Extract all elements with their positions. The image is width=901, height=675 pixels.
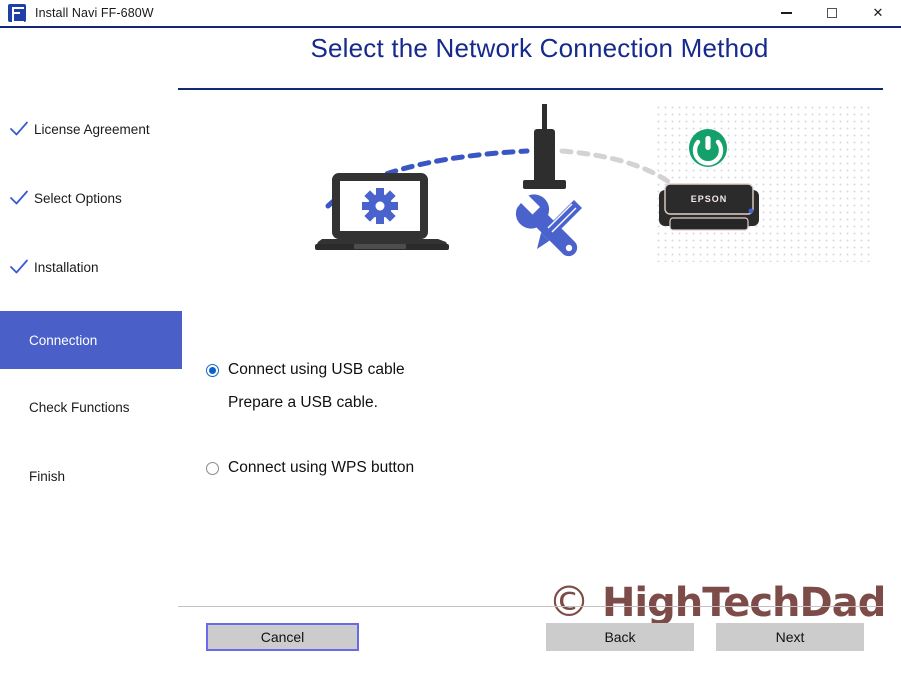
- check-icon: [10, 190, 28, 205]
- close-button[interactable]: ✕: [855, 0, 901, 26]
- sidebar-item-select-options[interactable]: Select Options: [0, 169, 182, 227]
- window-title: Install Navi FF-680W: [35, 6, 154, 20]
- copyright-icon: ©: [548, 577, 590, 626]
- footer-divider: [178, 606, 883, 607]
- check-icon: [10, 121, 28, 136]
- sidebar-item-license-agreement[interactable]: License Agreement: [0, 100, 182, 158]
- sidebar-item-label: License Agreement: [34, 121, 150, 137]
- radio-wps-button[interactable]: [206, 462, 219, 475]
- option-wps-button[interactable]: Connect using WPS button: [206, 458, 706, 478]
- sidebar-item-finish[interactable]: Finish: [0, 447, 182, 505]
- connection-illustration: EPSON: [182, 96, 901, 286]
- install-navi-window: Install Navi FF-680W ✕ Select the Networ…: [0, 0, 901, 675]
- title-bar: Install Navi FF-680W ✕: [0, 0, 901, 28]
- watermark-text: HighTechDad: [601, 580, 886, 626]
- sidebar-item-check-functions[interactable]: Check Functions: [0, 378, 182, 436]
- sidebar-item-installation[interactable]: Installation: [0, 238, 182, 296]
- option-label: Connect using WPS button: [228, 459, 415, 476]
- sidebar-item-label: Installation: [34, 259, 99, 275]
- sidebar-item-connection[interactable]: Connection: [0, 311, 182, 369]
- illustration-graphics: EPSON: [315, 104, 759, 257]
- wireless-router-icon: [523, 104, 566, 189]
- step-sidebar: License Agreement Select Options Install…: [0, 100, 182, 520]
- wrench-screwdriver-icon: [515, 194, 582, 257]
- printer-brand-label: EPSON: [691, 194, 728, 204]
- maximize-button[interactable]: [809, 0, 855, 26]
- laptop-with-gear-icon: [315, 173, 449, 250]
- sidebar-item-label: Select Options: [34, 190, 122, 206]
- connection-path-gray: [559, 148, 685, 196]
- sidebar-item-label: Finish: [29, 468, 66, 484]
- option-spacer: [206, 412, 706, 458]
- minimize-button[interactable]: [763, 0, 809, 26]
- sidebar-item-label: Check Functions: [29, 399, 130, 415]
- option-usb-cable-hint: Prepare a USB cable.: [228, 394, 378, 411]
- power-button-icon: [689, 129, 727, 167]
- radio-usb-cable[interactable]: [206, 364, 219, 377]
- cancel-button[interactable]: Cancel: [206, 623, 359, 651]
- gear-icon: [362, 188, 398, 224]
- maximize-icon: [827, 8, 837, 18]
- option-usb-cable[interactable]: Connect using USB cable: [206, 360, 706, 380]
- back-button[interactable]: Back: [546, 623, 694, 651]
- option-label: Connect using USB cable: [228, 361, 405, 378]
- header-divider: [178, 88, 883, 90]
- epson-app-icon: [8, 4, 26, 23]
- next-button[interactable]: Next: [716, 623, 864, 651]
- sidebar-item-label: Connection: [29, 332, 98, 348]
- epson-printer-icon: EPSON: [659, 183, 759, 231]
- page-title: Select the Network Connection Method: [310, 33, 769, 63]
- close-icon: ✕: [872, 5, 884, 20]
- window-controls: ✕: [763, 0, 901, 26]
- connection-method-options: Connect using USB cable Prepare a USB ca…: [206, 360, 706, 482]
- hightechdad-watermark: © HighTechDad: [548, 577, 886, 626]
- minimize-icon: [780, 12, 792, 14]
- check-icon: [10, 259, 28, 274]
